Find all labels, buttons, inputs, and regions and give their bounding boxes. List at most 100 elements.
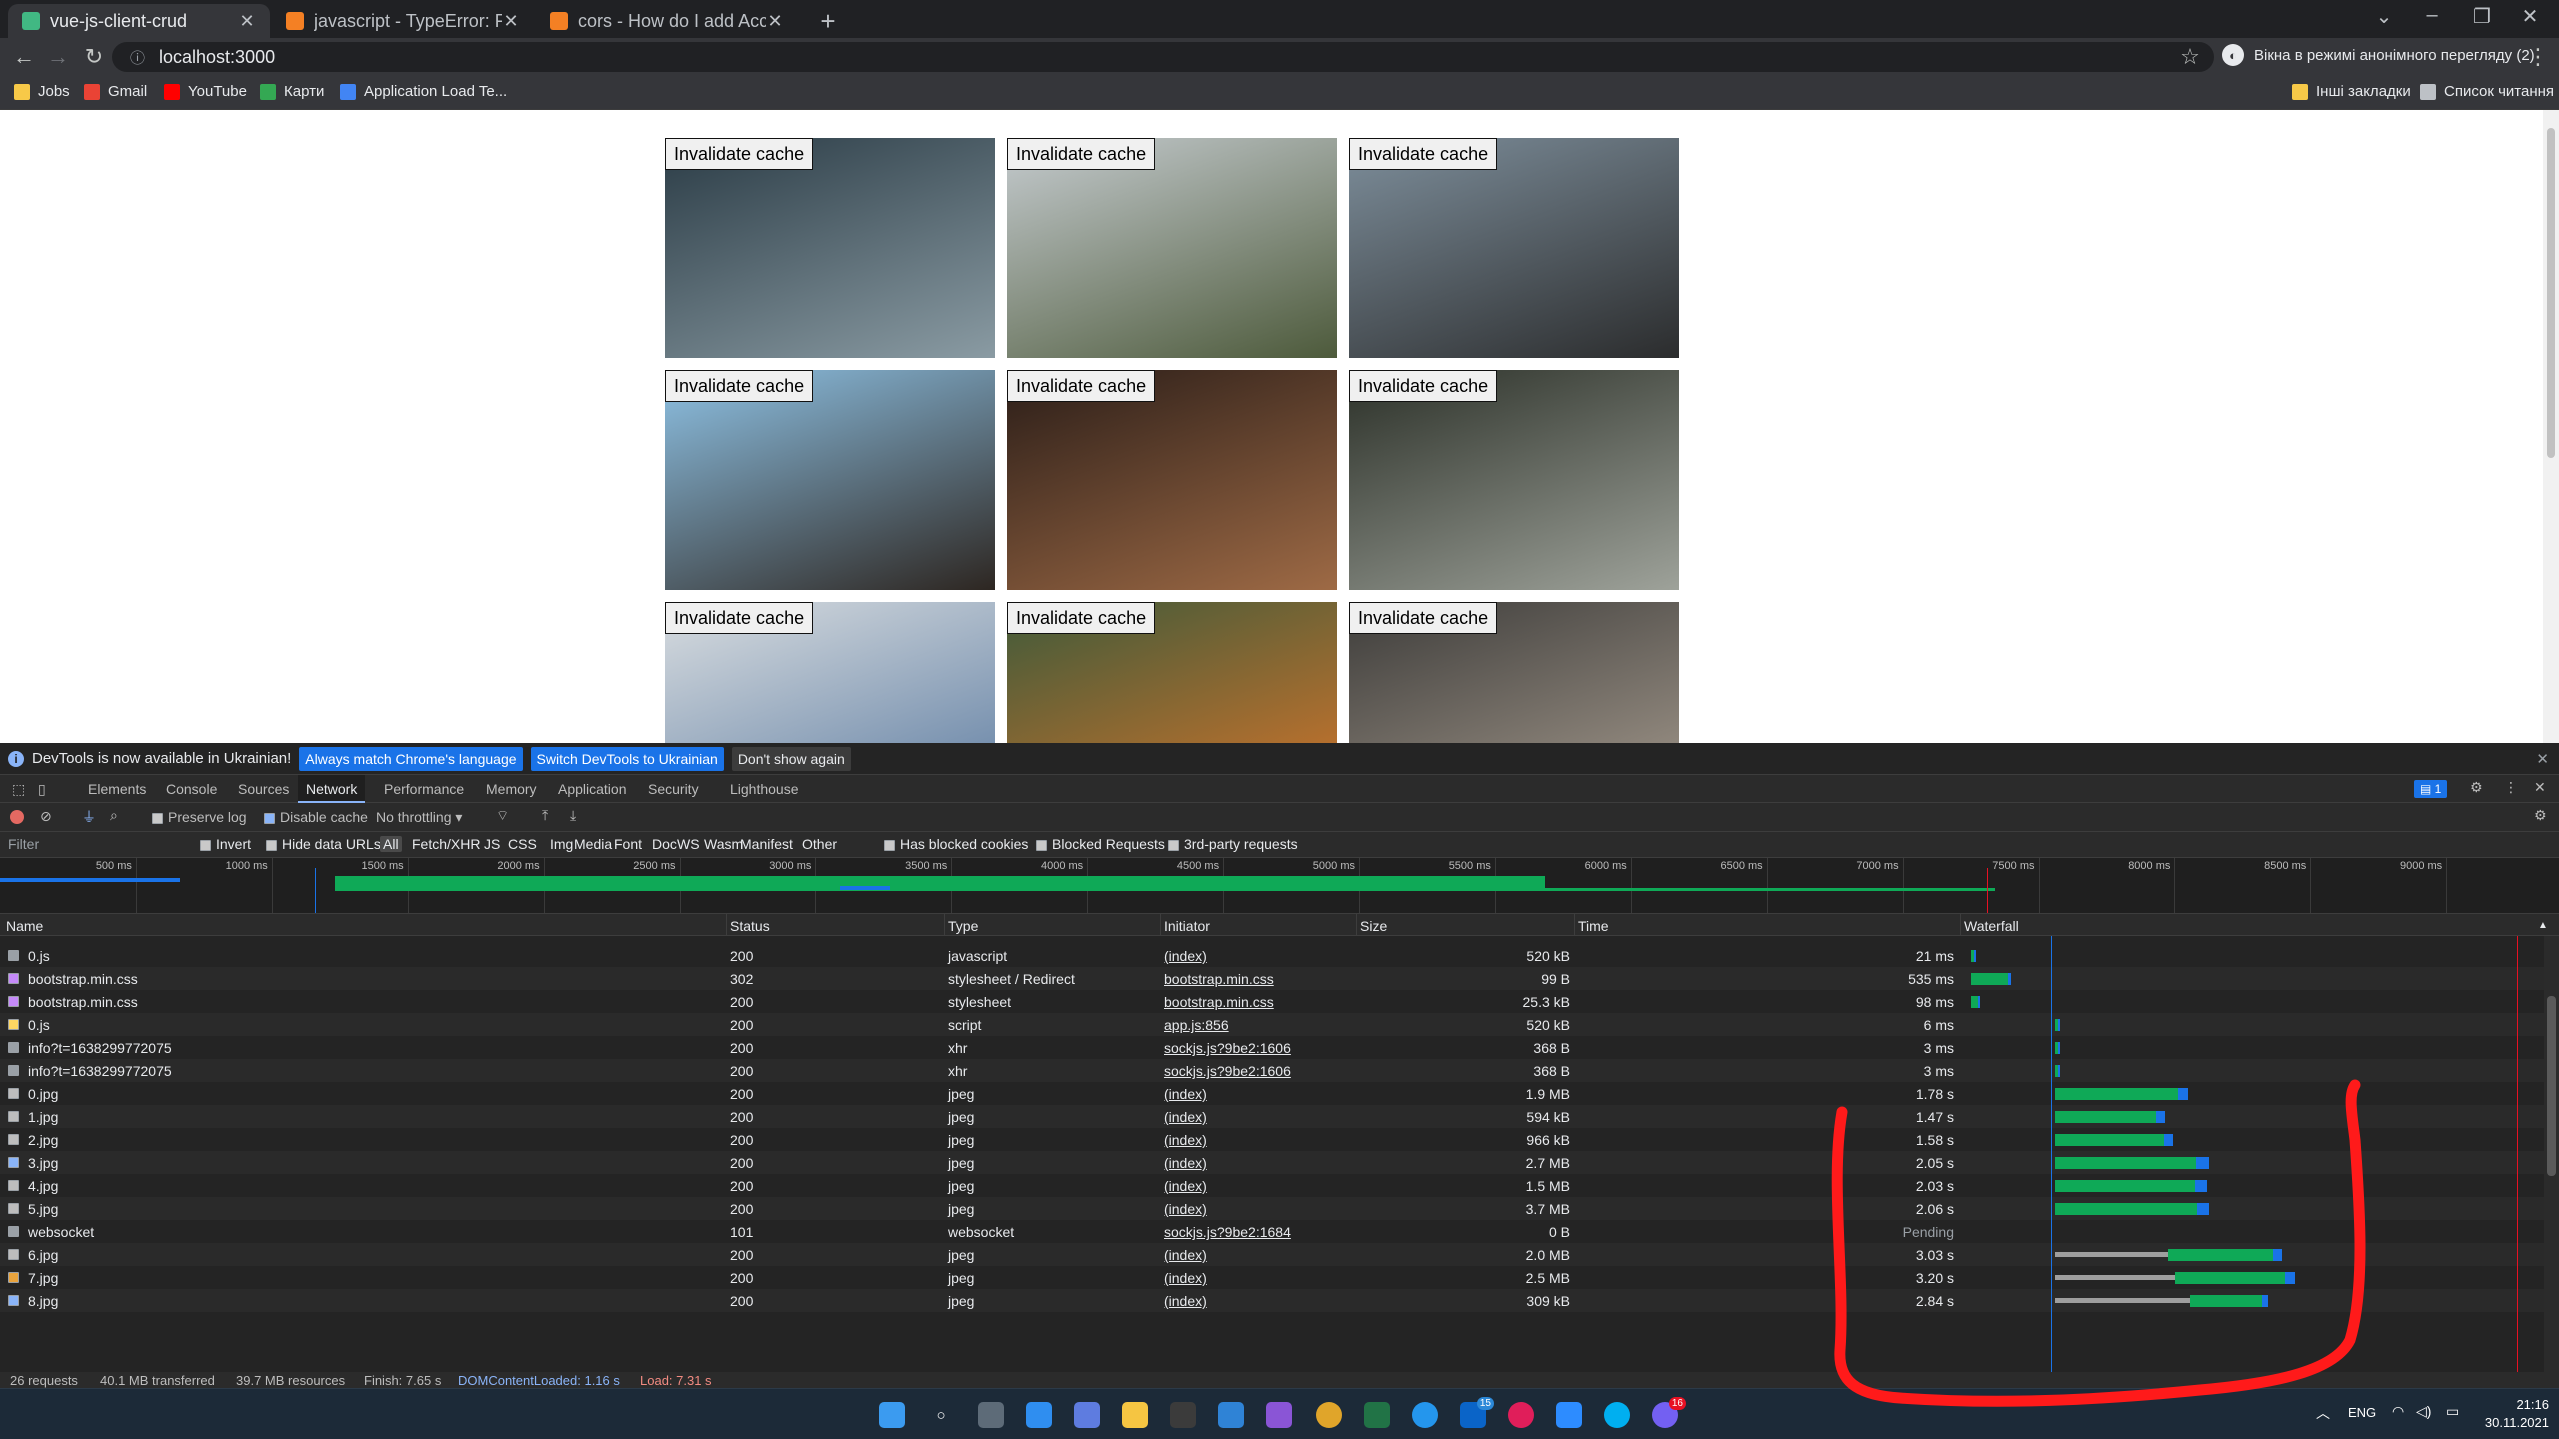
type-filter-fetchxhr[interactable]: Fetch/XHR: [412, 836, 480, 852]
incognito-indicator[interactable]: ◐ Вікна в режимі анонімного перегляду (2…: [2222, 44, 2535, 66]
task-view-icon[interactable]: [978, 1402, 1004, 1428]
inspect-element-icon[interactable]: ⬚: [4, 775, 33, 803]
tab-search-icon[interactable]: ⌄: [2364, 4, 2404, 29]
column-name[interactable]: Name: [6, 918, 43, 934]
table-row[interactable]: 3.jpg 200 jpeg (index) 2.7 MB 2.05 s: [0, 1151, 2544, 1174]
table-scrollbar[interactable]: [2544, 936, 2559, 1372]
column-time[interactable]: Time: [1578, 918, 1609, 934]
devtools-tab-security[interactable]: Security: [640, 775, 707, 803]
settings-gear-icon[interactable]: ⚙: [2470, 779, 2483, 796]
devtools-tab-performance[interactable]: Performance: [376, 775, 472, 803]
disable-cache-checkbox[interactable]: Disable cache: [264, 809, 368, 825]
file-explorer-icon[interactable]: [1122, 1402, 1148, 1428]
bookmark-star-icon[interactable]: ☆: [2176, 44, 2204, 70]
table-row[interactable]: websocket 101 websocket sockjs.js?9be2:1684…: [0, 1220, 2544, 1243]
cell-initiator[interactable]: (index): [1164, 1155, 1207, 1171]
volume-icon[interactable]: ◁): [2416, 1403, 2431, 1420]
column-status[interactable]: Status: [730, 918, 770, 934]
close-window-button[interactable]: ✕: [2510, 4, 2550, 29]
table-row[interactable]: 5.jpg 200 jpeg (index) 3.7 MB 2.06 s: [0, 1197, 2544, 1220]
table-row[interactable]: info?t=1638299772075 200 xhr sockjs.js?9be2…: [0, 1059, 2544, 1082]
cell-initiator[interactable]: bootstrap.min.css: [1164, 971, 1274, 987]
type-filter-other[interactable]: Other: [802, 836, 837, 852]
type-filter-font[interactable]: Font: [614, 836, 642, 852]
cell-initiator[interactable]: (index): [1164, 1201, 1207, 1217]
cell-initiator[interactable]: (index): [1164, 1086, 1207, 1102]
issues-badge[interactable]: ▤ 1: [2414, 780, 2448, 798]
blocked-requests-checkbox[interactable]: Blocked Requests: [1036, 836, 1165, 852]
reading-list[interactable]: Список читання: [2420, 83, 2554, 100]
export-har-icon[interactable]: ⤓: [570, 807, 576, 824]
invalidate-cache-button[interactable]: Invalidate cache: [665, 138, 814, 170]
table-row[interactable]: 8.jpg 200 jpeg (index) 309 kB 2.84 s: [0, 1289, 2544, 1312]
invalidate-cache-button[interactable]: Invalidate cache: [665, 370, 814, 402]
site-info-icon[interactable]: ⓘ: [130, 47, 145, 68]
new-tab-button[interactable]: +: [814, 6, 842, 37]
type-filter-ws[interactable]: WS: [677, 836, 700, 852]
table-row[interactable]: 2.jpg 200 jpeg (index) 966 kB 1.58 s: [0, 1128, 2544, 1151]
invert-checkbox[interactable]: Invert: [200, 836, 251, 852]
cell-initiator[interactable]: (index): [1164, 1247, 1207, 1263]
store-icon[interactable]: [1074, 1402, 1100, 1428]
invalidate-cache-button[interactable]: Invalidate cache: [1349, 138, 1498, 170]
sort-up-icon[interactable]: ▲: [2538, 920, 2548, 931]
zoom-icon[interactable]: [1556, 1402, 1582, 1428]
column-size[interactable]: Size: [1360, 918, 1387, 934]
close-tab-icon[interactable]: ✕: [238, 11, 256, 32]
devtools-tab-console[interactable]: Console: [158, 775, 225, 803]
type-filter-wasm[interactable]: Wasm: [704, 836, 743, 852]
widgets-icon[interactable]: [1026, 1402, 1052, 1428]
table-row[interactable]: info?t=1638299772075 200 xhr sockjs.js?9be2…: [0, 1036, 2544, 1059]
type-filter-img[interactable]: Img: [550, 836, 573, 852]
tab-vue-js-client-crud[interactable]: vue-js-client-crud ✕: [8, 4, 270, 38]
devtools-tab-memory[interactable]: Memory: [478, 775, 545, 803]
close-tab-icon[interactable]: ✕: [766, 11, 784, 32]
invalidate-cache-button[interactable]: Invalidate cache: [1007, 138, 1156, 170]
table-row[interactable]: 7.jpg 200 jpeg (index) 2.5 MB 3.20 s: [0, 1266, 2544, 1289]
always-match-language-button[interactable]: Always match Chrome's language: [299, 746, 523, 771]
type-filter-media[interactable]: Media: [574, 836, 612, 852]
invalidate-cache-button[interactable]: Invalidate cache: [665, 602, 814, 634]
other-bookmarks[interactable]: Інші закладки: [2292, 83, 2411, 100]
clear-icon[interactable]: ⊘: [40, 808, 52, 825]
tab-stackoverflow-cors[interactable]: cors - How do I add Access-Contr ✕: [536, 4, 798, 38]
visual-studio-icon[interactable]: [1266, 1402, 1292, 1428]
start-icon[interactable]: [879, 1402, 905, 1428]
bookmark-jobs[interactable]: Jobs: [14, 83, 70, 100]
switch-to-ukrainian-button[interactable]: Switch DevTools to Ukrainian: [530, 746, 724, 771]
excel-icon[interactable]: [1364, 1402, 1390, 1428]
table-row[interactable]: 4.jpg 200 jpeg (index) 1.5 MB 2.03 s: [0, 1174, 2544, 1197]
system-clock[interactable]: 21:16 30.11.2021: [2485, 1396, 2549, 1432]
cell-initiator[interactable]: (index): [1164, 1132, 1207, 1148]
search-icon[interactable]: ○: [928, 1402, 954, 1428]
type-filter-all[interactable]: All: [380, 836, 402, 852]
table-row[interactable]: 1.jpg 200 jpeg (index) 594 kB 1.47 s: [0, 1105, 2544, 1128]
table-row[interactable]: bootstrap.min.css 200 stylesheet bootstrap.…: [0, 990, 2544, 1013]
wifi-icon[interactable]: ◠: [2392, 1403, 2404, 1420]
language-indicator[interactable]: ENG: [2348, 1405, 2376, 1420]
bookmark-maps[interactable]: Карти: [260, 83, 324, 100]
tray-chevron-icon[interactable]: ︿: [2316, 1403, 2330, 1423]
cell-initiator[interactable]: (index): [1164, 1109, 1207, 1125]
viber-icon[interactable]: 16: [1652, 1397, 1686, 1428]
column-initiator[interactable]: Initiator: [1164, 918, 1210, 934]
invalidate-cache-button[interactable]: Invalidate cache: [1349, 602, 1498, 634]
bookmark-gmail[interactable]: Gmail: [84, 83, 147, 100]
minimize-button[interactable]: –: [2412, 4, 2452, 27]
filter-input[interactable]: Filter: [8, 836, 39, 852]
devtools-tab-network[interactable]: Network: [298, 775, 366, 803]
close-tab-icon[interactable]: ✕: [502, 11, 520, 32]
dont-show-again-button[interactable]: Don't show again: [731, 746, 851, 771]
bookmark-youtube[interactable]: YouTube: [164, 83, 247, 100]
address-bar[interactable]: ⓘ localhost:3000: [112, 42, 2214, 72]
chrome-menu-icon[interactable]: ⋮: [2524, 44, 2552, 70]
cell-initiator[interactable]: (index): [1164, 1270, 1207, 1286]
filter-icon[interactable]: ⏚: [82, 807, 96, 827]
network-conditions-icon[interactable]: ⌔: [496, 807, 509, 825]
reload-icon[interactable]: ↻: [80, 44, 108, 70]
page-scrollbar[interactable]: [2543, 110, 2559, 743]
cell-initiator[interactable]: app.js:856: [1164, 1017, 1229, 1033]
type-filter-doc[interactable]: Doc: [652, 836, 677, 852]
devtools-tab-sources[interactable]: Sources: [230, 775, 297, 803]
slack-icon[interactable]: [1508, 1402, 1534, 1428]
